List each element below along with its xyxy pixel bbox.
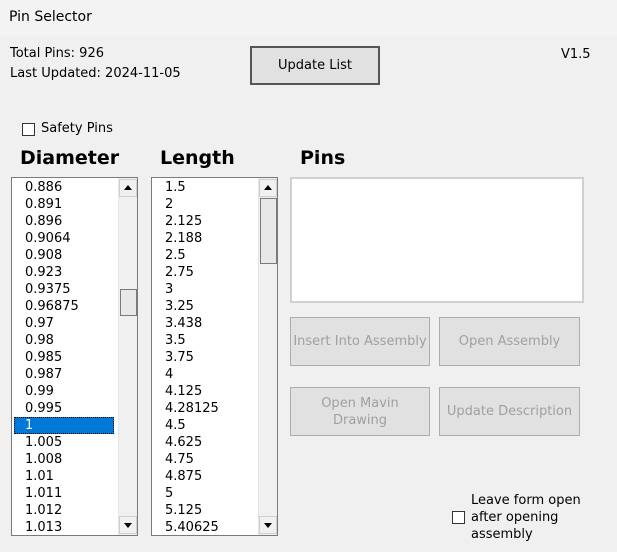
list-item[interactable]: 4.5 <box>154 417 254 434</box>
diameter-scroll-thumb[interactable] <box>120 289 137 316</box>
safety-pins-checkbox[interactable] <box>22 123 35 136</box>
diameter-listbox[interactable]: 0.886 0.891 0.896 0.9064 0.908 0.923 0.9375 0.9… <box>11 177 138 536</box>
list-item[interactable]: 0.886 <box>14 179 114 196</box>
leave-form-open-checkbox[interactable] <box>452 511 465 524</box>
scroll-down-arrow-icon[interactable] <box>119 516 137 534</box>
safety-pins-label: Safety Pins <box>41 121 113 136</box>
list-item[interactable]: 5 <box>154 485 254 502</box>
list-item[interactable]: 5.125 <box>154 502 254 519</box>
scroll-up-arrow-icon[interactable] <box>259 179 277 197</box>
leave-form-open-label: Leave form open after opening assembly <box>471 493 581 542</box>
version-label: V1.5 <box>561 47 591 62</box>
open-assembly-button[interactable]: Open Assembly <box>439 317 580 366</box>
scroll-up-arrow-icon[interactable] <box>119 179 137 197</box>
list-item[interactable]: 3 <box>154 281 254 298</box>
list-item[interactable]: 1.5 <box>154 179 254 196</box>
list-item[interactable]: 2.5 <box>154 247 254 264</box>
list-item[interactable]: 1.008 <box>14 451 114 468</box>
list-item[interactable]: 0.985 <box>14 349 114 366</box>
list-item[interactable]: 4.875 <box>154 468 254 485</box>
scroll-down-arrow-icon[interactable] <box>259 516 277 534</box>
title-bar: Pin Selector <box>0 0 617 36</box>
list-item[interactable]: 3.438 <box>154 315 254 332</box>
list-item[interactable]: 1.01 <box>14 468 114 485</box>
list-item[interactable]: 2.188 <box>154 230 254 247</box>
list-item[interactable]: 0.99 <box>14 383 114 400</box>
length-scroll-thumb[interactable] <box>260 198 277 264</box>
update-list-button[interactable]: Update List <box>250 46 380 85</box>
list-item[interactable]: 4.125 <box>154 383 254 400</box>
length-header: Length <box>160 147 235 169</box>
list-item[interactable]: 5.40625 <box>154 519 254 535</box>
window-title: Pin Selector <box>9 9 92 25</box>
list-item[interactable]: 2 <box>154 196 254 213</box>
length-scrollbar[interactable] <box>258 178 277 535</box>
list-item[interactable]: 1.012 <box>14 502 114 519</box>
length-listbox[interactable]: 1.5 2 2.125 2.188 2.5 2.75 3 3.25 3.438 3.5 3.75 4 4… <box>151 177 278 536</box>
list-item[interactable]: 4.28125 <box>154 400 254 417</box>
list-item[interactable]: 3.75 <box>154 349 254 366</box>
list-item[interactable]: 1 <box>14 417 114 434</box>
list-item[interactable]: 1.005 <box>14 434 114 451</box>
list-item[interactable]: 0.9064 <box>14 230 114 247</box>
list-item[interactable]: 4.625 <box>154 434 254 451</box>
list-item[interactable]: 0.97 <box>14 315 114 332</box>
list-item[interactable]: 3.25 <box>154 298 254 315</box>
list-item[interactable]: 3.5 <box>154 332 254 349</box>
diameter-scrollbar[interactable] <box>118 178 137 535</box>
list-item[interactable]: 0.987 <box>14 366 114 383</box>
update-description-button[interactable]: Update Description <box>439 387 580 436</box>
list-item[interactable]: 0.891 <box>14 196 114 213</box>
list-item[interactable]: 0.98 <box>14 332 114 349</box>
list-item[interactable]: 0.96875 <box>14 298 114 315</box>
open-mavin-drawing-button[interactable]: Open Mavin Drawing <box>290 387 430 436</box>
list-item[interactable]: 0.908 <box>14 247 114 264</box>
list-item[interactable]: 1.011 <box>14 485 114 502</box>
pins-header: Pins <box>300 147 346 169</box>
list-item[interactable]: 4 <box>154 366 254 383</box>
pins-listbox[interactable] <box>290 177 584 303</box>
list-item[interactable]: 1.013 <box>14 519 114 535</box>
total-pins-label: Total Pins: 926 <box>10 46 104 61</box>
list-item[interactable]: 2.75 <box>154 264 254 281</box>
list-item[interactable]: 0.896 <box>14 213 114 230</box>
list-item[interactable]: 2.125 <box>154 213 254 230</box>
list-item[interactable]: 4.75 <box>154 451 254 468</box>
list-item[interactable]: 0.995 <box>14 400 114 417</box>
last-updated-label: Last Updated: 2024-11-05 <box>10 66 181 81</box>
list-item[interactable]: 0.923 <box>14 264 114 281</box>
list-item[interactable]: 0.9375 <box>14 281 114 298</box>
insert-into-assembly-button[interactable]: Insert Into Assembly <box>290 317 430 366</box>
diameter-header: Diameter <box>20 147 120 169</box>
